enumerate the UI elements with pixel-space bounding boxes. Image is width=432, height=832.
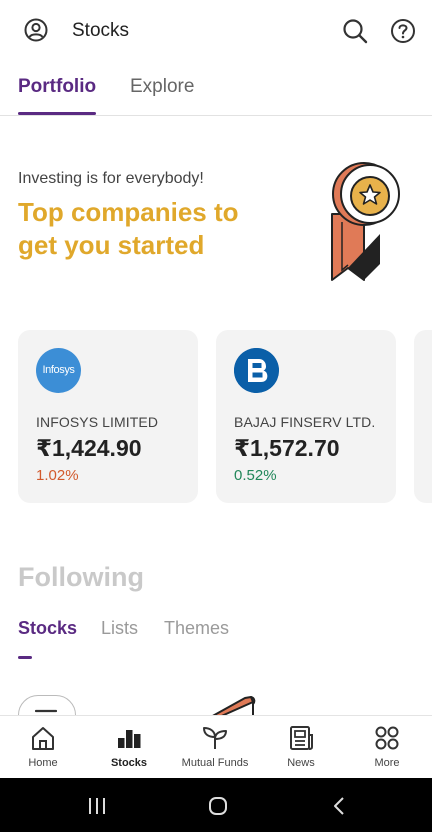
hero-headline-line-2: get you started bbox=[18, 230, 205, 260]
active-subtab-indicator bbox=[18, 656, 32, 659]
subtab-themes[interactable]: Themes bbox=[164, 618, 229, 639]
nav-more-label: More bbox=[374, 757, 400, 769]
main-tabs: Portfolio Explore bbox=[0, 62, 432, 116]
stock-price: ₹1,424.90 bbox=[36, 435, 142, 461]
top-bar: Stocks bbox=[0, 0, 432, 62]
stock-change: 1.02% bbox=[36, 467, 79, 484]
active-tab-indicator bbox=[18, 112, 96, 115]
profile-icon[interactable] bbox=[24, 18, 48, 42]
subtab-stocks[interactable]: Stocks bbox=[18, 618, 77, 639]
following-title: Following bbox=[18, 562, 144, 592]
subtab-lists[interactable]: Lists bbox=[101, 618, 138, 639]
following-tabs: Stocks Lists Themes bbox=[0, 618, 432, 659]
tab-portfolio[interactable]: Portfolio bbox=[18, 76, 96, 98]
tab-explore[interactable]: Explore bbox=[130, 76, 194, 98]
stock-card[interactable]: Infosys INFOSYS LIMITED ₹1,424.90 1.02% bbox=[18, 330, 198, 503]
nav-news-label: News bbox=[287, 757, 315, 769]
nav-news[interactable]: News bbox=[258, 716, 344, 779]
nav-home-label: Home bbox=[28, 757, 58, 769]
stock-card-peek[interactable] bbox=[414, 330, 432, 503]
hero-subtitle: Investing is for everybody! bbox=[18, 170, 204, 187]
home-button-icon[interactable] bbox=[208, 796, 228, 816]
stock-name: INFOSYS LIMITED bbox=[36, 414, 159, 430]
stock-card[interactable]: BAJAJ FINSERV LTD. ₹1,572.70 0.52% bbox=[216, 330, 396, 503]
recent-apps-icon[interactable] bbox=[88, 797, 106, 815]
grid-icon bbox=[375, 726, 399, 750]
stock-change: 0.52% bbox=[234, 467, 277, 484]
page-title: Stocks bbox=[72, 20, 130, 41]
bajaj-finserv-logo bbox=[234, 348, 279, 393]
bottom-navigation: Home Stocks Mutual Funds News More bbox=[0, 715, 432, 778]
hero-headline: Top companies to get you started bbox=[18, 196, 318, 262]
nav-home[interactable]: Home bbox=[0, 716, 86, 779]
stock-name: BAJAJ FINSERV LTD. bbox=[234, 414, 376, 430]
badge-ribbon-icon bbox=[331, 162, 400, 281]
sprout-icon bbox=[203, 727, 227, 749]
nav-stocks-label: Stocks bbox=[110, 757, 148, 769]
back-icon[interactable] bbox=[332, 796, 346, 816]
stock-price: ₹1,572.70 bbox=[234, 435, 340, 461]
nav-mutual-funds-label: Mutual Funds bbox=[181, 757, 249, 769]
hero-headline-line-1: Top companies to bbox=[18, 197, 239, 227]
infosys-logo: Infosys bbox=[36, 348, 81, 393]
hero-section: Investing is for everybody! Top companie… bbox=[18, 150, 318, 262]
bar-chart-icon bbox=[118, 730, 141, 748]
search-icon[interactable] bbox=[342, 18, 368, 44]
stock-cards-carousel: Infosys INFOSYS LIMITED ₹1,424.90 1.02% … bbox=[18, 330, 432, 504]
nav-more[interactable]: More bbox=[344, 716, 430, 779]
nav-stocks[interactable]: Stocks bbox=[86, 716, 172, 779]
home-icon bbox=[32, 727, 54, 750]
nav-mutual-funds[interactable]: Mutual Funds bbox=[172, 716, 258, 779]
system-nav-bar bbox=[0, 778, 432, 832]
newspaper-icon bbox=[290, 726, 313, 750]
help-icon[interactable] bbox=[390, 18, 416, 44]
